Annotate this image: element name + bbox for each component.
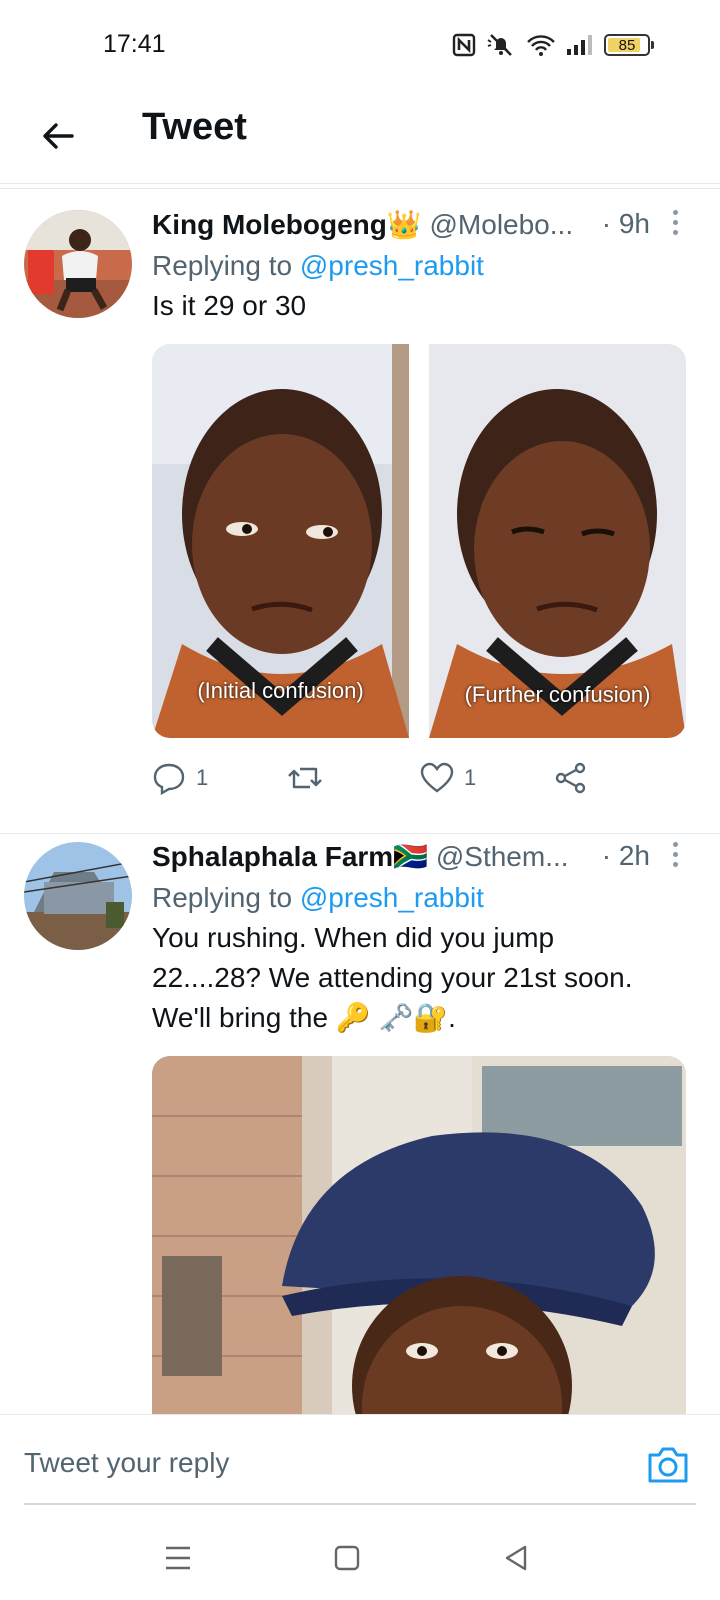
tweet-text-line: We'll bring the 🔑 🗝️🔐. [152, 1002, 456, 1033]
reply-bar: Tweet your reply [0, 1414, 720, 1506]
media-caption-right: (Further confusion) [464, 682, 651, 707]
more-options-button[interactable] [660, 840, 690, 876]
retweet-icon [288, 767, 322, 789]
system-nav-bar [0, 1508, 720, 1600]
reply-count: 1 [196, 765, 209, 790]
nfc-icon [452, 33, 476, 57]
camera-icon [648, 1447, 688, 1483]
back-button[interactable] [36, 114, 80, 158]
tweet[interactable]: King Molebogeng👑 @Molebo... · 9h Replyin… [0, 192, 720, 834]
header: Tweet [0, 92, 720, 184]
like-count: 1 [464, 765, 477, 790]
reply-icon [153, 763, 185, 795]
like-button[interactable]: 1 [420, 762, 554, 794]
tweet-header: King Molebogeng👑 @Molebo... · 9h [152, 208, 690, 246]
share-button[interactable] [554, 761, 588, 795]
tweet-text-line: 22....28? We attending your 21st soon. [152, 962, 633, 993]
tweet-text: Is it 29 or 30 [152, 290, 307, 321]
replying-to-link[interactable]: @presh_rabbit [300, 882, 484, 913]
divider [0, 188, 720, 189]
reply-input[interactable]: Tweet your reply [24, 1447, 229, 1479]
retweet-button[interactable] [286, 761, 420, 795]
wifi-icon [527, 35, 555, 56]
more-options-button[interactable] [660, 208, 690, 244]
reply-input-underline [24, 1503, 696, 1505]
battery-icon: 85 [604, 34, 654, 56]
replying-to: Replying to @presh_rabbit [152, 250, 690, 282]
tweet-text-line: You rushing. When did you jump [152, 922, 555, 953]
back-triangle-icon [505, 1545, 527, 1571]
status-time: 17:41 [103, 30, 166, 58]
display-name[interactable]: Sphalaphala Farm🇿🇦 [152, 841, 428, 872]
tweet-time: · 9h [601, 208, 650, 239]
page-title: Tweet [142, 106, 247, 148]
signal-icon [567, 35, 592, 55]
share-icon [555, 762, 586, 794]
more-icon [672, 842, 678, 847]
tweet-text: You rushing. When did you jump 22....28?… [152, 918, 690, 1038]
handle[interactable]: @Sthem... [436, 841, 569, 872]
tweet-media[interactable]: (Initial confusion) (Further confusion) [152, 344, 686, 738]
tweet-header: Sphalaphala Farm🇿🇦 @Sthem... · 2h [152, 840, 690, 878]
replying-prefix: Replying to [152, 250, 300, 281]
display-name[interactable]: King Molebogeng👑 [152, 209, 422, 240]
avatar[interactable] [24, 210, 132, 318]
replying-to-link[interactable]: @presh_rabbit [300, 250, 484, 281]
more-icon [672, 210, 678, 215]
tweet-body: Sphalaphala Farm🇿🇦 @Sthem... · 2h Replyi… [152, 840, 690, 1038]
reply-button[interactable]: 1 [152, 761, 286, 795]
camera-button[interactable] [646, 1445, 690, 1485]
replying-prefix: Replying to [152, 882, 300, 913]
heart-icon [420, 762, 454, 793]
mute-icon [487, 34, 512, 56]
tweet-time: · 2h [601, 840, 650, 871]
avatar[interactable] [24, 842, 132, 950]
handle[interactable]: @Molebo... [430, 209, 574, 240]
tweet[interactable]: Sphalaphala Farm🇿🇦 @Sthem... · 2h Replyi… [0, 836, 720, 1414]
home-button[interactable] [327, 1538, 367, 1578]
replying-to: Replying to @presh_rabbit [152, 882, 690, 914]
tweet-actions: 1 1 [152, 758, 612, 798]
battery-level: 85 [618, 36, 636, 54]
home-square-icon [334, 1545, 360, 1571]
tweet-body: King Molebogeng👑 @Molebo... · 9h Replyin… [152, 208, 690, 326]
menu-icon [166, 1546, 190, 1570]
status-bar: 17:41 85 [0, 0, 720, 92]
status-icons: 85 [452, 32, 654, 58]
media-caption-left: (Initial confusion) [197, 678, 364, 703]
arrow-left-icon [43, 123, 74, 149]
recent-apps-button[interactable] [158, 1538, 198, 1578]
tweet-media[interactable] [152, 1056, 686, 1414]
system-back-button[interactable] [496, 1538, 536, 1578]
